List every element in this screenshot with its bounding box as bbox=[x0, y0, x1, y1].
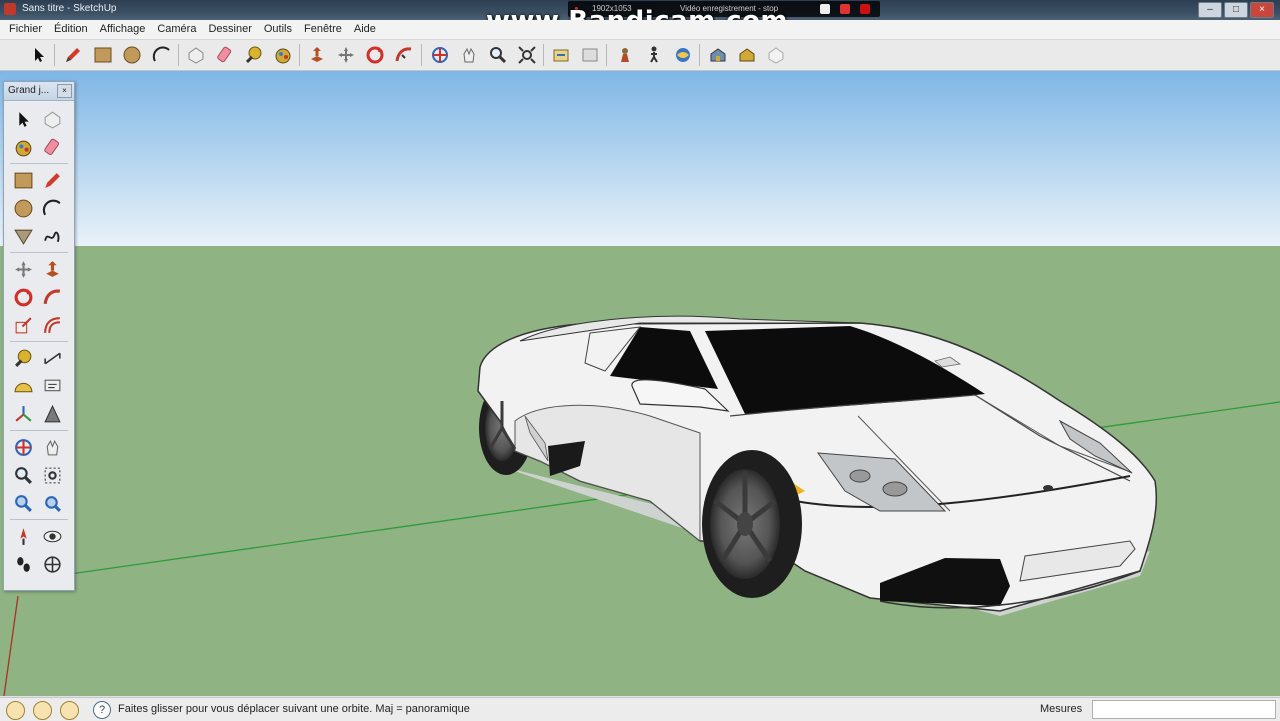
sky bbox=[0, 71, 1280, 246]
share-model-icon[interactable] bbox=[735, 43, 758, 66]
close-button[interactable]: × bbox=[1250, 2, 1274, 18]
move-icon[interactable] bbox=[334, 43, 357, 66]
help-icon[interactable]: ? bbox=[93, 701, 111, 719]
push-pull-icon[interactable] bbox=[39, 256, 65, 282]
menu-edition[interactable]: Édition bbox=[54, 20, 88, 39]
dimension-icon[interactable] bbox=[39, 345, 65, 371]
push-pull-icon[interactable] bbox=[305, 43, 328, 66]
window-controls: – □ × bbox=[1196, 2, 1274, 18]
next-view-icon[interactable] bbox=[578, 43, 601, 66]
sketchup-app-icon bbox=[4, 3, 16, 15]
camera-snapshot-icon[interactable] bbox=[820, 4, 830, 14]
model-viewport[interactable] bbox=[0, 71, 1280, 696]
menu-fichier[interactable]: Fichier bbox=[9, 20, 42, 39]
user-account-icon[interactable] bbox=[60, 701, 79, 720]
walk-icon[interactable] bbox=[10, 551, 36, 577]
look-around-icon[interactable] bbox=[39, 523, 65, 549]
make-component-icon[interactable] bbox=[184, 43, 207, 66]
walk-icon[interactable] bbox=[642, 43, 665, 66]
rotate-icon[interactable] bbox=[363, 43, 386, 66]
arc-icon[interactable] bbox=[150, 43, 173, 66]
palette-title-text: Grand j... bbox=[8, 85, 50, 96]
freehand-icon[interactable] bbox=[39, 223, 65, 249]
menu-fenetre[interactable]: Fenêtre bbox=[304, 20, 342, 39]
move-icon[interactable] bbox=[10, 256, 36, 282]
follow-me-icon[interactable] bbox=[392, 43, 415, 66]
palette-title[interactable]: Grand j... × bbox=[4, 82, 74, 101]
tape-measure-icon[interactable] bbox=[242, 43, 265, 66]
zoom-icon[interactable] bbox=[10, 462, 36, 488]
text-icon[interactable] bbox=[39, 373, 65, 399]
window-title: Sans titre - SketchUp bbox=[22, 3, 117, 14]
circle-icon[interactable] bbox=[120, 43, 143, 66]
rectangle-icon[interactable] bbox=[10, 167, 36, 193]
orbit-icon[interactable] bbox=[10, 434, 36, 460]
status-bar: ? Faites glisser pour vous déplacer suiv… bbox=[0, 697, 1280, 721]
pencil-icon[interactable] bbox=[61, 43, 84, 66]
status-hint: Faites glisser pour vous déplacer suivan… bbox=[118, 703, 470, 715]
eraser-icon[interactable] bbox=[213, 43, 236, 66]
select-icon[interactable] bbox=[27, 43, 50, 66]
large-tool-set-palette[interactable]: Grand j... × bbox=[3, 81, 75, 591]
zoom-extents-icon[interactable] bbox=[515, 43, 538, 66]
stop-record-icon[interactable] bbox=[860, 4, 870, 14]
maximize-button[interactable]: □ bbox=[1224, 2, 1248, 18]
polygon-icon[interactable] bbox=[10, 223, 36, 249]
pause-icon[interactable] bbox=[840, 4, 850, 14]
look-around-icon[interactable] bbox=[671, 43, 694, 66]
arc-icon[interactable] bbox=[39, 195, 65, 221]
warehouse-icon[interactable] bbox=[706, 43, 729, 66]
menu-camera[interactable]: Caméra bbox=[157, 20, 196, 39]
pan-icon[interactable] bbox=[39, 434, 65, 460]
credits-icon[interactable] bbox=[33, 701, 52, 720]
offset-icon[interactable] bbox=[39, 312, 65, 338]
section-plane-icon[interactable] bbox=[39, 551, 65, 577]
components-icon[interactable] bbox=[764, 43, 787, 66]
zoom-window-icon[interactable] bbox=[39, 462, 65, 488]
measurements-label: Mesures bbox=[1040, 703, 1083, 715]
select-icon[interactable] bbox=[10, 106, 36, 132]
scene-canvas[interactable] bbox=[0, 71, 1280, 696]
position-camera-icon[interactable] bbox=[10, 523, 36, 549]
3d-text-icon[interactable] bbox=[39, 401, 65, 427]
zoom-extents-icon[interactable] bbox=[10, 490, 36, 516]
axes-icon[interactable] bbox=[10, 401, 36, 427]
make-component-icon[interactable] bbox=[39, 106, 65, 132]
menu-bar: Fichier Édition Affichage Caméra Dessiner Out… bbox=[0, 20, 1280, 40]
menu-outils[interactable]: Outils bbox=[264, 20, 292, 39]
position-camera-icon[interactable] bbox=[613, 43, 636, 66]
palette-close-button[interactable]: × bbox=[57, 84, 72, 98]
menu-aide[interactable]: Aide bbox=[354, 20, 376, 39]
paint-bucket-icon[interactable] bbox=[271, 43, 294, 66]
pan-icon[interactable] bbox=[457, 43, 480, 66]
protractor-icon[interactable] bbox=[10, 373, 36, 399]
rectangle-icon[interactable] bbox=[91, 43, 114, 66]
main-toolbar bbox=[0, 40, 1280, 71]
pencil-icon[interactable] bbox=[39, 167, 65, 193]
eraser-icon[interactable] bbox=[39, 134, 65, 160]
menu-affichage[interactable]: Affichage bbox=[100, 20, 146, 39]
previous-view-icon[interactable] bbox=[39, 490, 65, 516]
menu-dessiner[interactable]: Dessiner bbox=[208, 20, 251, 39]
tape-measure-icon[interactable] bbox=[10, 345, 36, 371]
previous-view-icon[interactable] bbox=[549, 43, 572, 66]
follow-me-icon[interactable] bbox=[39, 284, 65, 310]
geo-location-icon[interactable] bbox=[6, 701, 25, 720]
measurements-input[interactable] bbox=[1092, 700, 1276, 719]
minimize-button[interactable]: – bbox=[1198, 2, 1222, 18]
zoom-icon[interactable] bbox=[486, 43, 509, 66]
circle-icon[interactable] bbox=[10, 195, 36, 221]
orbit-icon[interactable] bbox=[428, 43, 451, 66]
paint-bucket-icon[interactable] bbox=[10, 134, 36, 160]
scale-icon[interactable] bbox=[10, 312, 36, 338]
rotate-icon[interactable] bbox=[10, 284, 36, 310]
